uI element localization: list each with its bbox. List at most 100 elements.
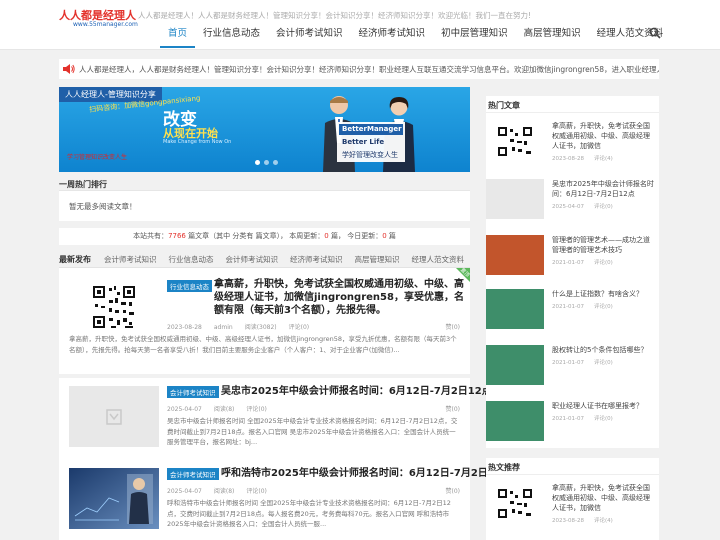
nav-item-industry[interactable]: 行业信息动态 bbox=[195, 26, 268, 48]
hot-item[interactable]: 股权转让的5个条件包括哪些？ 2021-01-07 评论(0) bbox=[486, 342, 659, 390]
banner-english: Make Change from Now On bbox=[163, 139, 232, 145]
nav-item-senior-mgmt[interactable]: 高层管理知识 bbox=[516, 26, 589, 48]
post-views: 阅读(3082) bbox=[244, 324, 277, 331]
ranking-box: 暂无最多阅读文章！ bbox=[59, 190, 470, 221]
hot-item-title[interactable]: 什么是上证指数？有啥含义？ bbox=[552, 289, 656, 301]
hot-item[interactable]: 拿高薪，升职快，免考试获全国权威通用初级、中级、高级经理人证书，加微信jingr… bbox=[486, 118, 659, 166]
hot-item-meta: 2021-01-07 评论(0) bbox=[552, 302, 623, 310]
recommend-item-date: 2023-08-28 bbox=[552, 518, 584, 524]
search-icon[interactable] bbox=[649, 27, 661, 39]
site-tagline: 人人都是经理人！人人都是财务经理人！管理知识分享！会计知识分享！经济师知识分享！… bbox=[138, 11, 532, 20]
stats-label-1: 本站共有： bbox=[133, 232, 169, 240]
hot-item-date: 2025-04-07 bbox=[552, 204, 584, 210]
hot-item-date: 2021-01-07 bbox=[552, 260, 584, 266]
hot-item-title[interactable]: 股权转让的5个条件包括哪些？ bbox=[552, 345, 656, 357]
hot-item-comments: 评论(4) bbox=[593, 156, 613, 162]
post-likes[interactable]: 赞(0) bbox=[446, 404, 461, 413]
hot-item-title[interactable]: 管理者的管理艺术——成功之道管理者的管理艺术技巧 bbox=[552, 235, 656, 255]
recommend-item[interactable]: 拿高薪，升职快，免考试获全国权威通用初级、中级、高级经理人证书，加微信jingr… bbox=[486, 480, 659, 528]
hot-item-title[interactable]: 拿高薪，升职快，免考试获全国权威通用初级、中级、高级经理人证书，加微信jingr… bbox=[552, 121, 656, 151]
carousel-dot[interactable] bbox=[273, 160, 278, 165]
post-likes[interactable]: 赞(0) bbox=[446, 486, 461, 495]
ranking-title: 一周热门排行 bbox=[59, 180, 107, 189]
post-card[interactable]: 行业信息动态 拿高薪，升职快，免考试获全国权威通用初级、中级、高级经理人证书，加… bbox=[59, 267, 470, 374]
nav-item-middle-mgmt[interactable]: 初中层管理知识 bbox=[433, 26, 516, 48]
latest-tabs: 会计师考试知识 行业信息动态 会计师考试知识 经济师考试知识 高层管理知识 经理… bbox=[98, 254, 470, 265]
hot-item-title[interactable]: 吴忠市2025年中级会计师报名时间：6月12日-7月2日12点 bbox=[552, 179, 656, 199]
post-excerpt: 呼和浩特市中级会计师报名时间 全国2025年中级会计专业技术资格报名时间：6月1… bbox=[167, 499, 451, 528]
nav-item-accountant[interactable]: 会计师考试知识 bbox=[268, 26, 351, 48]
color-block-thumbnail[interactable] bbox=[486, 289, 544, 329]
color-block-thumbnail[interactable] bbox=[486, 345, 544, 385]
nav-item-economist[interactable]: 经济师考试知识 bbox=[351, 26, 434, 48]
post-comments[interactable]: 评论(0) bbox=[289, 324, 310, 331]
latest-tab[interactable]: 高层管理知识 bbox=[349, 254, 406, 265]
latest-tab[interactable]: 会计师考试知识 bbox=[220, 254, 285, 265]
latest-tab[interactable]: 经理人范文资料 bbox=[406, 254, 471, 265]
stats-label-2: 篇文章（其中 分类有 篇文章）， 本周更新： bbox=[185, 232, 325, 240]
post-comments[interactable]: 评论(0) bbox=[246, 488, 267, 495]
main-nav: 首页 行业信息动态 会计师考试知识 经济师考试知识 初中层管理知识 高层管理知识… bbox=[160, 26, 671, 50]
post-category-badge[interactable]: 行业信息动态 bbox=[167, 280, 212, 292]
ranking-empty-text: 暂无最多阅读文章！ bbox=[69, 202, 137, 211]
placeholder-thumbnail[interactable] bbox=[486, 179, 544, 219]
sign-line-3: 学好管理改变人生 bbox=[342, 151, 398, 159]
post-excerpt: 吴忠市中级会计师报名时间 全国2025年中级会计专业技术资格报名时间：6月12日… bbox=[167, 417, 458, 446]
qr-code-thumbnail[interactable] bbox=[486, 121, 544, 161]
post-comments[interactable]: 评论(0) bbox=[246, 406, 267, 413]
post-title[interactable]: 吴忠市2025年中级会计师报名时间：6月12日-7月2日12点 bbox=[221, 385, 492, 398]
hot-title: 热门文章 bbox=[488, 101, 520, 110]
widget-divider bbox=[486, 112, 659, 113]
recommend-item-meta: 2023-08-28 评论(4) bbox=[552, 516, 623, 524]
hot-item[interactable]: 什么是上证指数？有啥含义？ 2021-01-07 评论(0) bbox=[486, 286, 659, 334]
stats-total: 7766 bbox=[168, 232, 186, 240]
widget-divider bbox=[486, 474, 659, 475]
carousel-dot[interactable] bbox=[264, 160, 269, 165]
latest-tab[interactable]: 会计师考试知识 bbox=[98, 254, 163, 265]
notice-bar: 人人都是经理人，人人都是财务经理人！管理知识分享！会计知识分享！经济师知识分享！… bbox=[59, 59, 659, 79]
hot-item-meta: 2021-01-07 评论(0) bbox=[552, 358, 623, 366]
recommend-item-title[interactable]: 拿高薪，升职快，免考试获全国权威通用初级、中级、高级经理人证书，加微信jingr… bbox=[552, 483, 656, 513]
site-header: 人人都是经理人 www.55manager.com 人人都是经理人！人人都是财务… bbox=[0, 0, 720, 50]
qr-code-thumbnail[interactable] bbox=[69, 276, 159, 337]
hot-articles-widget: 热门文章 拿高薪，升职快，免考试获全国权威通用初级、中级、高级经理人证书，加微信… bbox=[486, 96, 659, 448]
speaker-icon bbox=[63, 64, 75, 74]
hot-item[interactable]: 管理者的管理艺术——成功之道管理者的管理艺术技巧 2021-01-07 评论(0) bbox=[486, 232, 659, 280]
nav-item-home[interactable]: 首页 bbox=[160, 26, 196, 48]
post-views: 阅读(8) bbox=[213, 406, 235, 413]
color-block-thumbnail[interactable] bbox=[486, 235, 544, 275]
hot-item[interactable]: 职业经理人证书在哪里报考？ 2021-01-07 评论(0) bbox=[486, 398, 659, 446]
post-date: 2025-04-07 bbox=[167, 406, 202, 413]
hot-item-comments: 评论(0) bbox=[593, 204, 613, 210]
business-thumbnail[interactable] bbox=[69, 468, 159, 529]
carousel-dot[interactable] bbox=[255, 160, 260, 165]
placeholder-thumbnail[interactable] bbox=[69, 386, 159, 447]
qr-code-thumbnail[interactable] bbox=[486, 483, 544, 523]
banner-red-slogan: 学习管理知识改变人生 bbox=[67, 154, 128, 161]
recommend-title: 热文推荐 bbox=[488, 463, 520, 472]
post-card[interactable]: 会计师考试知识 吴忠市2025年中级会计师报名时间：6月12日-7月2日12点 … bbox=[59, 378, 492, 460]
latest-tab[interactable]: 经济师考试知识 bbox=[284, 254, 349, 265]
post-category-badge[interactable]: 会计师考试知识 bbox=[167, 386, 219, 398]
post-meta: 2023-08-28 admin 阅读(3082) 评论(0) bbox=[167, 322, 321, 331]
better-manager-sign: BetterManager Better Life 学好管理改变人生 bbox=[337, 122, 405, 162]
post-card[interactable]: 会计师考试知识 呼和浩特市2025年中级会计师报名时间：6月12日-7月2日12… bbox=[59, 460, 512, 540]
site-logo[interactable]: 人人都是经理人 www.55manager.com bbox=[59, 7, 138, 33]
post-author[interactable]: admin bbox=[214, 324, 233, 331]
post-title[interactable]: 呼和浩特市2025年中级会计师报名时间：6月12日-7月2日12点 bbox=[221, 467, 512, 480]
post-category-badge[interactable]: 会计师考试知识 bbox=[167, 468, 219, 480]
latest-tab[interactable]: 行业信息动态 bbox=[163, 254, 220, 265]
post-excerpt: 拿高薪，升职快，免考试获全国权威通用初级、中级、高级经理人证书，加微信jingr… bbox=[69, 335, 457, 354]
hot-item-comments: 评论(0) bbox=[593, 416, 613, 422]
notice-text: 人人都是经理人，人人都是财务经理人！管理知识分享！会计知识分享！经济师知识分享！… bbox=[79, 65, 659, 74]
logo-url: www.55manager.com bbox=[73, 21, 138, 28]
hot-item-meta: 2021-01-07 评论(0) bbox=[552, 258, 623, 266]
color-block-thumbnail[interactable] bbox=[486, 401, 544, 441]
hot-item-title[interactable]: 职业经理人证书在哪里报考？ bbox=[552, 401, 656, 413]
post-likes[interactable]: 赞(0) bbox=[446, 322, 461, 331]
sign-line-2: Better Life bbox=[342, 138, 385, 146]
post-title[interactable]: 拿高薪，升职快，免考试获全国权威通用初级、中级、高级经理人证书，加微信jingr… bbox=[214, 278, 464, 317]
hot-item[interactable]: 吴忠市2025年中级会计师报名时间：6月12日-7月2日12点 2025-04-… bbox=[486, 176, 659, 224]
sign-line-1: BetterManager bbox=[342, 125, 402, 133]
hero-banner[interactable]: 人人经理人-管理知识分享 扫码咨询：加微信gongpansixiang 改变 从… bbox=[59, 87, 470, 172]
